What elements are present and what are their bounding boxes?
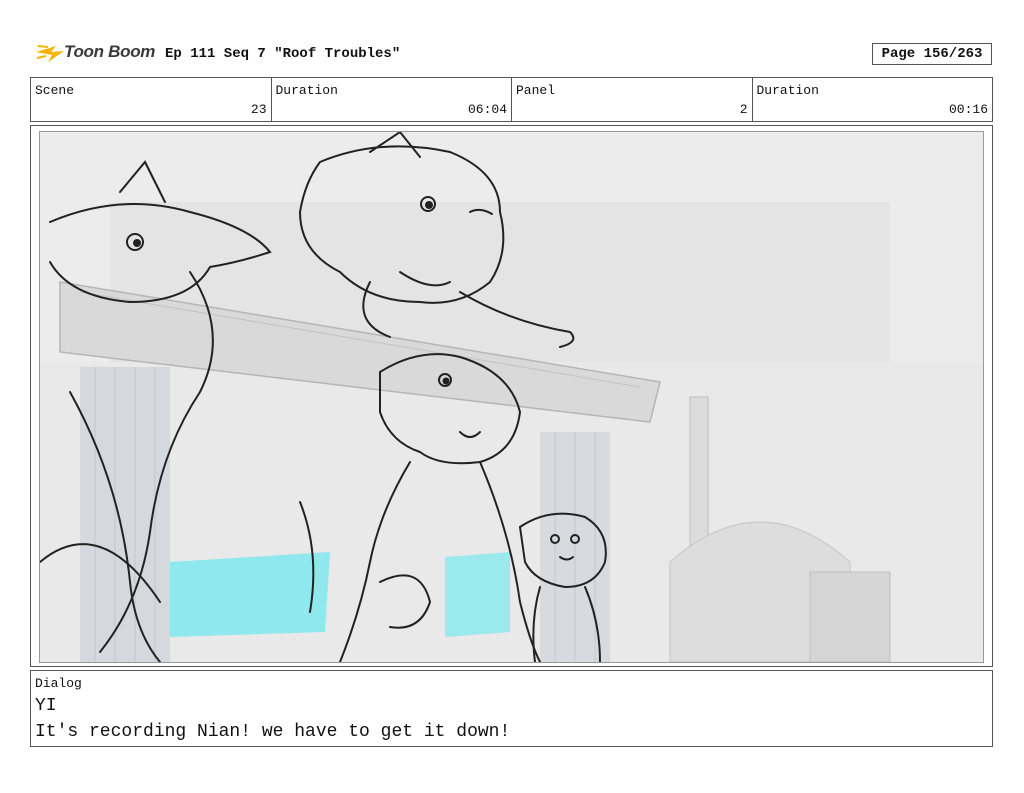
page-title: Ep 111 Seq 7 "Roof Troubles" (165, 46, 401, 62)
duration-cell: Duration 06:04 (272, 78, 512, 121)
logo-text: Toon Boom (64, 42, 156, 61)
dialog-speaker: YI (35, 696, 57, 716)
scene-label: Scene (35, 83, 75, 98)
storyboard-sketch-image (39, 131, 984, 663)
scene-cell: Scene 23 (31, 78, 272, 121)
dialog-line: It's recording Nian! we have to get it d… (35, 722, 511, 742)
duration-value: 06:04 (467, 102, 507, 117)
scene-value: 23 (250, 102, 267, 117)
panel-duration-label: Duration (756, 83, 819, 98)
panel-frame (30, 125, 993, 667)
dialog-box: Dialog YI It's recording Nian! we have t… (30, 670, 993, 747)
storyboard-sketch-icon (40, 132, 983, 662)
dialog-label: Dialog (35, 676, 82, 691)
panel-duration-value: 00:16 (948, 102, 988, 117)
panel-cell: Panel 2 (512, 78, 753, 121)
panel-duration-cell: Duration 00:16 (753, 78, 993, 121)
page-number: Page 156/263 (872, 43, 992, 65)
toon-boom-logo: Toon Boom (34, 38, 158, 68)
panel-value: 2 (739, 102, 748, 117)
duration-label: Duration (275, 83, 338, 98)
panel-label: Panel (516, 83, 556, 98)
toon-boom-logo-icon (36, 45, 64, 62)
info-table: Scene 23 Duration 06:04 Panel 2 Duration… (30, 77, 993, 122)
